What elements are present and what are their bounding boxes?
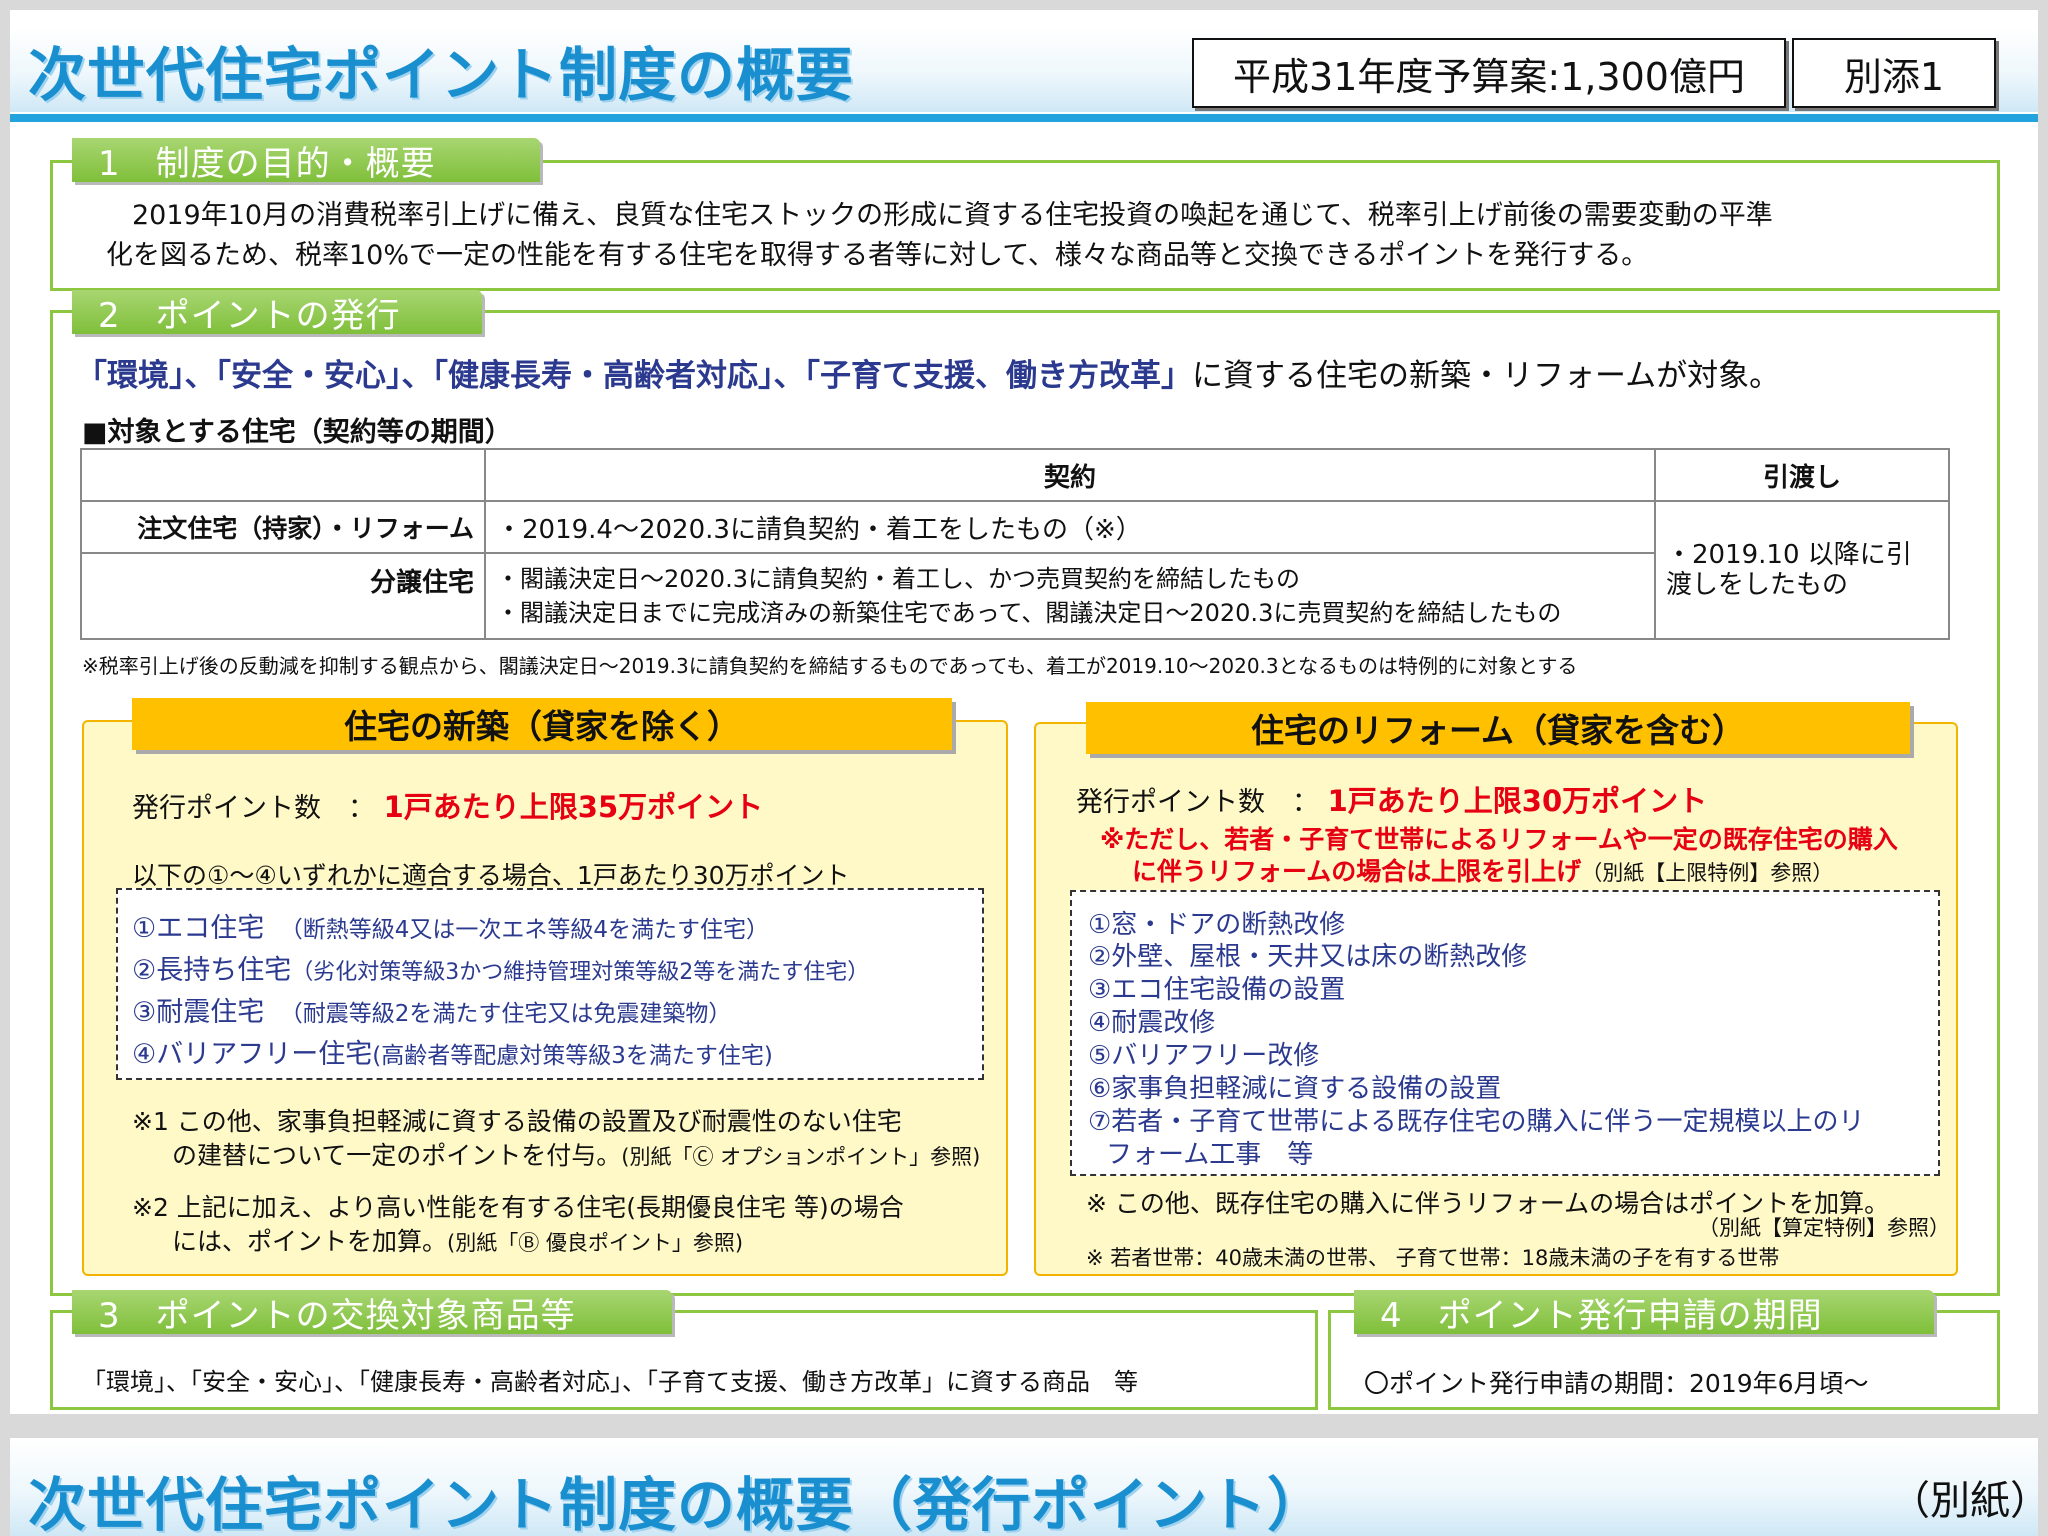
purpose-text-line2: 化を図るため、税率10%で一定の性能を有する住宅を取得する者等に対して、様々な商… — [106, 240, 1649, 271]
page-title: 次世代住宅ポイント制度の概要 — [28, 41, 855, 109]
newbuild-item-seismic: ③耐震住宅 （耐震等級2を満たす住宅又は免震建築物） — [132, 990, 731, 1029]
newbuild-condition: 以下の①～④いずれかに適合する場合、1戸あたり30万ポイント — [132, 861, 850, 890]
purpose-text-line1: 2019年10月の消費税率引上げに備え、良質な住宅ストックの形成に資する住宅投資… — [132, 200, 1773, 231]
next-slide-title: 次世代住宅ポイント制度の概要（発行ポイント） — [28, 1471, 1327, 1536]
newbuild-note1-line2: の建替について一定のポイントを付与。(別紙「Ⓒ オプションポイント」参照) — [172, 1136, 980, 1172]
section-issuance-tab: 2 ポイントの発行 — [72, 290, 482, 336]
table-delivery-cell: ・2019.10 以降に引 渡しをしたもの — [1654, 500, 1950, 640]
note-text: の建替について一定のポイントを付与。 — [172, 1141, 622, 1170]
item-desc: （耐震等級2を満たす住宅又は免震建築物） — [291, 1001, 732, 1027]
target-housing-table: 契約 引渡し 注文住宅（持家）・リフォーム ・2019.4～2020.3に請負契… — [80, 448, 1950, 640]
delivery-line1: ・2019.10 以降に引 — [1666, 540, 1912, 570]
item-desc: （劣化対策等級3かつ維持管理対策等級2等を満たす住宅） — [291, 960, 870, 985]
reform-item-eco-equipment: ③エコ住宅設備の設置 — [1088, 975, 1346, 1005]
reform-item-barrierfree: ⑤バリアフリー改修 — [1088, 1041, 1320, 1071]
table-header-contract: 契約 — [484, 448, 1656, 502]
section-purpose-tab: 1 制度の目的・概要 — [72, 138, 540, 184]
item-name: ②長持ち住宅 — [132, 955, 292, 986]
slide-main: 次世代住宅ポイント制度の概要 平成31年度予算案:1,300億円 別添1 1 制… — [10, 10, 2038, 1414]
item-name: ④バリアフリー住宅 — [132, 1039, 373, 1070]
exchange-text: 「環境」、「安全・安心」、「健康長寿・高齢者対応」、「子育て支援、働き方改革」に… — [82, 1368, 1138, 1396]
sale-contract-line2: ・閣議決定日までに完成済みの新築住宅であって、閣議決定日～2020.3に売買契約… — [496, 599, 1562, 627]
reform-item-insulation: ②外壁、屋根・天井又は床の断熱改修 — [1088, 942, 1528, 972]
newbuild-points-value: 1戸あたり上限35万ポイント — [383, 790, 764, 824]
newbuild-points: 発行ポイント数 ： 1戸あたり上限35万ポイント — [132, 784, 763, 826]
newbuild-title: 住宅の新築（貸家を除く） — [132, 698, 952, 750]
table-row-custom-label: 注文住宅（持家）・リフォーム — [80, 500, 486, 554]
table-corner-cell — [80, 448, 486, 502]
reform-points: 発行ポイント数 ： 1戸あたり上限30万ポイント — [1076, 778, 1707, 820]
reform-special-line2: に伴うリフォームの場合は上限を引上げ（別紙【上限特例】参照） — [1132, 852, 1833, 888]
reform-special-line1: ※ただし、若者・子育て世帯によるリフォームや一定の既存住宅の購入 — [1100, 825, 1898, 854]
reform-note2: ※ 若者世帯：40歳未満の世帯、 子育て世帯：18歳未満の子を有する世帯 — [1086, 1246, 1780, 1270]
section-exchange-tab: 3 ポイントの交換対象商品等 — [72, 1290, 672, 1336]
item-desc: (高齢者等配慮対策等級3を満たす住宅) — [372, 1043, 773, 1069]
newbuild-note2-line2: には、ポイントを加算。(別紙「Ⓑ 優良ポイント」参照) — [172, 1222, 743, 1258]
reform-title: 住宅のリフォーム（貸家を含む） — [1086, 702, 1910, 754]
item-name: ③耐震住宅 — [132, 997, 265, 1028]
note-text: には、ポイントを加算。 — [172, 1227, 448, 1256]
newbuild-item-barrierfree: ④バリアフリー住宅(高齢者等配慮対策等級3を満たす住宅) — [132, 1032, 773, 1071]
target-statement-rest: に資する住宅の新築・リフォームが対象。 — [1192, 358, 1781, 394]
special-ref: （別紙【上限特例】参照） — [1581, 861, 1834, 885]
reform-note1-ref: （別紙【算定特例】参照） — [1698, 1216, 1950, 1240]
table-header-delivery: 引渡し — [1654, 448, 1950, 502]
special-text: に伴うリフォームの場合は上限を引上げ — [1132, 857, 1582, 886]
reform-points-label: 発行ポイント数 ： — [1076, 787, 1319, 818]
item-name: ①エコ住宅 — [132, 913, 265, 944]
budget-box: 平成31年度予算案:1,300億円 — [1192, 38, 1786, 108]
delivery-line2: 渡しをしたもの — [1666, 570, 1849, 600]
slide-next: 次世代住宅ポイント制度の概要（発行ポイント） （別紙） — [10, 1438, 2038, 1536]
table-row-sale-contract: ・閣議決定日～2020.3に請負契約・着工し、かつ売買契約を締結したもの・閣議決… — [484, 552, 1656, 640]
table-note: ※税率引上げ後の反動減を抑制する観点から、閣議決定日～2019.3に請負契約を締… — [82, 654, 1578, 678]
target-categories: 「環境」、「安全・安心」、「健康長寿・高齢者対応」、「子育て支援、働き方改革」 — [76, 358, 1192, 394]
item-desc: （断熱等級4又は一次エネ等級4を満たす住宅） — [291, 917, 769, 943]
newbuild-points-label: 発行ポイント数 ： — [132, 793, 375, 824]
note-ref: (別紙「Ⓑ 優良ポイント」参照) — [447, 1231, 744, 1255]
table-heading: ■対象とする住宅（契約等の期間） — [82, 417, 512, 448]
newbuild-item-longlife: ②長持ち住宅（劣化対策等級3かつ維持管理対策等級2等を満たす住宅） — [132, 948, 869, 987]
section-application-tab: 4 ポイント発行申請の期間 — [1354, 1290, 1934, 1336]
newbuild-item-eco: ①エコ住宅 （断熱等級4又は一次エネ等級4を満たす住宅） — [132, 906, 769, 945]
table-row-custom-contract: ・2019.4～2020.3に請負契約・着工をしたもの（※） — [484, 500, 1656, 554]
annex-label: 別添1 — [1792, 38, 1996, 108]
next-slide-label: （別紙） — [1890, 1478, 2038, 1524]
reform-item-housework: ⑥家事負担軽減に資する設備の設置 — [1088, 1074, 1502, 1104]
reform-item-seismic: ④耐震改修 — [1088, 1008, 1216, 1038]
reform-points-value: 1戸あたり上限30万ポイント — [1327, 784, 1708, 818]
target-statement: 「環境」、「安全・安心」、「健康長寿・高齢者対応」、「子育て支援、働き方改革」に… — [76, 350, 1780, 395]
reform-item-young-family-cont: フォーム工事 等 — [1106, 1140, 1314, 1170]
note-ref: (別紙「Ⓒ オプションポイント」参照) — [621, 1145, 981, 1169]
application-period-text: 〇ポイント発行申請の期間：2019年6月頃～ — [1364, 1369, 1869, 1398]
newbuild-note2-line1: ※2 上記に加え、より高い性能を有する住宅(長期優良住宅 等)の場合 — [132, 1193, 904, 1222]
table-row-sale-label: 分譲住宅 — [80, 552, 486, 640]
title-rule — [10, 114, 2038, 122]
sale-contract-line1: ・閣議決定日～2020.3に請負契約・着工し、かつ売買契約を締結したもの — [496, 565, 1300, 593]
newbuild-note1-line1: ※1 この他、家事負担軽減に資する設備の設置及び耐震性のない住宅 — [132, 1107, 902, 1136]
reform-item-young-family: ⑦若者・子育て世帯による既存住宅の購入に伴う一定規模以上のリ — [1088, 1107, 1865, 1137]
